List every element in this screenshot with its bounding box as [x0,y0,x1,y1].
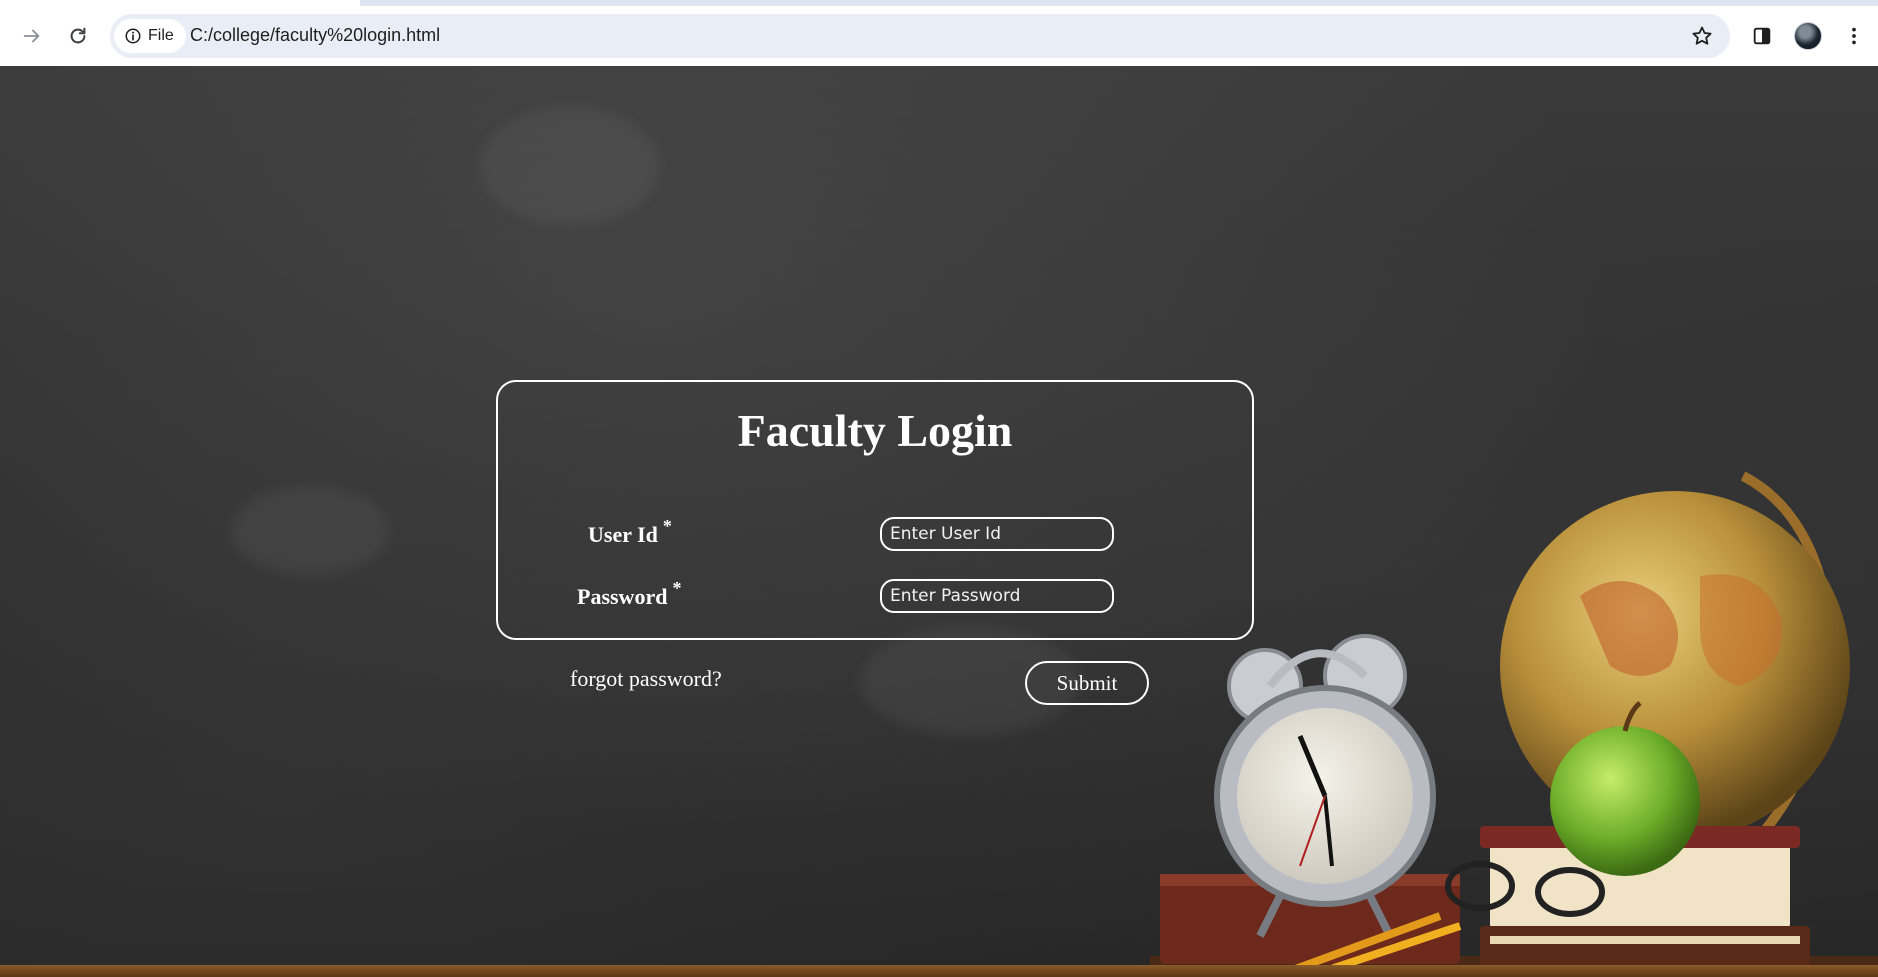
chalk-smudge [230,486,390,576]
star-icon [1692,26,1712,45]
submit-button[interactable]: Submit [1025,661,1149,705]
avatar [1794,22,1822,50]
address-bar[interactable]: File C:/college/faculty%20login.html [110,14,1730,58]
forgot-password-link[interactable]: forgot password? [570,666,722,692]
password-label-text: Password [577,584,668,609]
required-marker: * [672,578,682,598]
arrow-right-icon [23,29,40,43]
info-icon [125,28,141,44]
chalk-smudge [480,106,660,226]
bookmark-button[interactable] [1688,22,1716,50]
url-text[interactable]: C:/college/faculty%20login.html [190,25,440,46]
page-title: Faculty Login [737,405,1013,456]
site-chip-label: File [148,27,174,44]
password-input[interactable] [880,579,1114,613]
password-label: Password * [577,578,681,610]
tab-strip [360,0,1878,6]
side-panel-icon [1753,27,1771,45]
reload-button[interactable] [60,18,96,54]
required-marker: * [662,516,672,536]
user-id-input[interactable] [880,517,1114,551]
user-id-label-text: User Id [588,522,658,547]
forward-button[interactable] [14,18,50,54]
side-panel-button[interactable] [1746,20,1778,52]
login-form: Faculty Login User Id* Password* [496,380,1254,640]
reload-icon [70,27,86,44]
browser-menu-button[interactable] [1838,20,1870,52]
chalkboard-ledge [0,965,1878,977]
apple [1550,726,1700,876]
more-vertical-icon [1852,27,1856,45]
site-info-chip[interactable]: File [114,19,186,53]
browser-toolbar: File C:/college/faculty%20login.html [0,0,1878,66]
profile-button[interactable] [1792,20,1824,52]
user-id-label: User Id * [588,516,672,548]
